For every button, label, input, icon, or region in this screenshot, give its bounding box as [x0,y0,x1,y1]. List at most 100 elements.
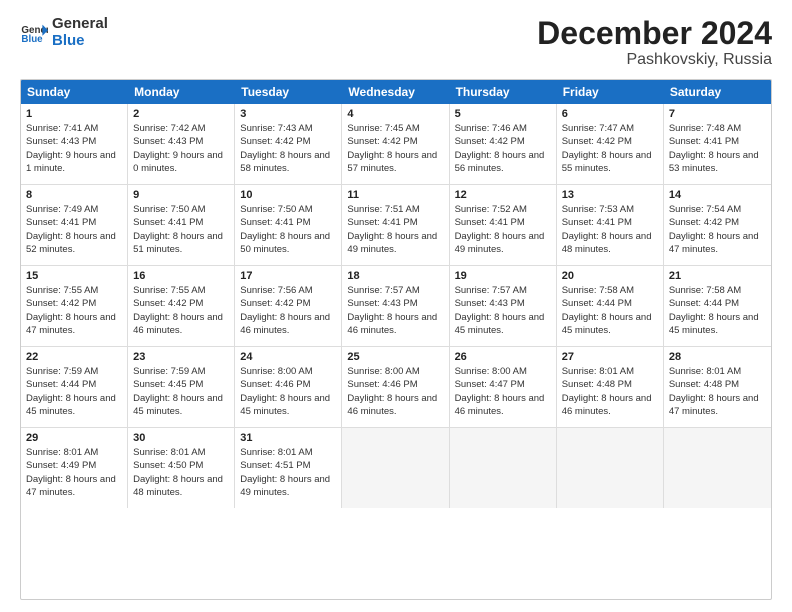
sunrise: Sunrise: 7:42 AM [133,122,229,135]
sunrise: Sunrise: 7:52 AM [455,203,551,216]
day-28: 28 Sunrise: 8:01 AM Sunset: 4:48 PM Dayl… [664,347,771,427]
sunset: Sunset: 4:41 PM [562,216,658,229]
sunset: Sunset: 4:49 PM [26,459,122,472]
header: General Blue General Blue December 2024 … [20,16,772,69]
day-num: 8 [26,189,122,201]
sunset: Sunset: 4:42 PM [133,297,229,310]
empty-cell-1 [342,428,449,508]
day-19: 19 Sunrise: 7:57 AM Sunset: 4:43 PM Dayl… [450,266,557,346]
sunset: Sunset: 4:42 PM [669,216,766,229]
sunrise: Sunrise: 8:01 AM [562,365,658,378]
day-num: 9 [133,189,229,201]
col-wednesday: Wednesday [342,80,449,104]
day-18: 18 Sunrise: 7:57 AM Sunset: 4:43 PM Dayl… [342,266,449,346]
sunset: Sunset: 4:43 PM [133,135,229,148]
daylight: Daylight: 8 hours and 46 minutes. [347,311,443,338]
sunset: Sunset: 4:41 PM [26,216,122,229]
sunrise: Sunrise: 7:57 AM [455,284,551,297]
day-num: 12 [455,189,551,201]
daylight: Daylight: 8 hours and 45 minutes. [455,311,551,338]
sunset: Sunset: 4:42 PM [240,297,336,310]
sunset: Sunset: 4:46 PM [347,378,443,391]
logo: General Blue General Blue [20,16,108,49]
day-num: 11 [347,189,443,201]
sunrise: Sunrise: 8:00 AM [455,365,551,378]
sunrise: Sunrise: 7:55 AM [133,284,229,297]
daylight: Daylight: 8 hours and 47 minutes. [26,473,122,500]
day-4: 4 Sunrise: 7:45 AM Sunset: 4:42 PM Dayli… [342,104,449,184]
title-block: December 2024 Pashkovskiy, Russia [537,16,772,69]
day-22: 22 Sunrise: 7:59 AM Sunset: 4:44 PM Dayl… [21,347,128,427]
week-row-4: 22 Sunrise: 7:59 AM Sunset: 4:44 PM Dayl… [21,347,771,428]
day-30: 30 Sunrise: 8:01 AM Sunset: 4:50 PM Dayl… [128,428,235,508]
daylight: Daylight: 8 hours and 46 minutes. [347,392,443,419]
day-num: 25 [347,351,443,363]
sunset: Sunset: 4:41 PM [455,216,551,229]
sunrise: Sunrise: 8:01 AM [133,446,229,459]
day-num: 18 [347,270,443,282]
day-num: 16 [133,270,229,282]
day-num: 23 [133,351,229,363]
sunset: Sunset: 4:48 PM [562,378,658,391]
week-row-3: 15 Sunrise: 7:55 AM Sunset: 4:42 PM Dayl… [21,266,771,347]
daylight: Daylight: 8 hours and 45 minutes. [133,392,229,419]
sunrise: Sunrise: 7:50 AM [133,203,229,216]
sunrise: Sunrise: 7:51 AM [347,203,443,216]
daylight: Daylight: 8 hours and 47 minutes. [26,311,122,338]
week-row-1: 1 Sunrise: 7:41 AM Sunset: 4:43 PM Dayli… [21,104,771,185]
daylight: Daylight: 8 hours and 46 minutes. [133,311,229,338]
daylight: Daylight: 8 hours and 50 minutes. [240,230,336,257]
day-16: 16 Sunrise: 7:55 AM Sunset: 4:42 PM Dayl… [128,266,235,346]
day-num: 29 [26,432,122,444]
day-21: 21 Sunrise: 7:58 AM Sunset: 4:44 PM Dayl… [664,266,771,346]
week-row-2: 8 Sunrise: 7:49 AM Sunset: 4:41 PM Dayli… [21,185,771,266]
day-num: 22 [26,351,122,363]
day-31: 31 Sunrise: 8:01 AM Sunset: 4:51 PM Dayl… [235,428,342,508]
day-num: 17 [240,270,336,282]
empty-cell-4 [664,428,771,508]
sunset: Sunset: 4:43 PM [455,297,551,310]
daylight: Daylight: 8 hours and 46 minutes. [455,392,551,419]
day-13: 13 Sunrise: 7:53 AM Sunset: 4:41 PM Dayl… [557,185,664,265]
daylight: Daylight: 8 hours and 56 minutes. [455,149,551,176]
sunset: Sunset: 4:42 PM [240,135,336,148]
day-num: 27 [562,351,658,363]
day-num: 10 [240,189,336,201]
sunset: Sunset: 4:46 PM [240,378,336,391]
sunset: Sunset: 4:43 PM [26,135,122,148]
day-num: 26 [455,351,551,363]
day-24: 24 Sunrise: 8:00 AM Sunset: 4:46 PM Dayl… [235,347,342,427]
daylight: Daylight: 8 hours and 53 minutes. [669,149,766,176]
col-friday: Friday [557,80,664,104]
day-num: 4 [347,108,443,120]
daylight: Daylight: 8 hours and 45 minutes. [240,392,336,419]
daylight: Daylight: 9 hours and 0 minutes. [133,149,229,176]
daylight: Daylight: 8 hours and 58 minutes. [240,149,336,176]
sunrise: Sunrise: 8:00 AM [347,365,443,378]
day-num: 1 [26,108,122,120]
sunset: Sunset: 4:42 PM [455,135,551,148]
sunset: Sunset: 4:44 PM [562,297,658,310]
day-5: 5 Sunrise: 7:46 AM Sunset: 4:42 PM Dayli… [450,104,557,184]
day-num: 5 [455,108,551,120]
day-14: 14 Sunrise: 7:54 AM Sunset: 4:42 PM Dayl… [664,185,771,265]
sunset: Sunset: 4:42 PM [26,297,122,310]
sunrise: Sunrise: 7:53 AM [562,203,658,216]
logo-icon: General Blue [20,19,48,47]
col-thursday: Thursday [450,80,557,104]
sunrise: Sunrise: 7:59 AM [133,365,229,378]
sunrise: Sunrise: 7:46 AM [455,122,551,135]
day-11: 11 Sunrise: 7:51 AM Sunset: 4:41 PM Dayl… [342,185,449,265]
day-num: 28 [669,351,766,363]
day-26: 26 Sunrise: 8:00 AM Sunset: 4:47 PM Dayl… [450,347,557,427]
daylight: Daylight: 8 hours and 49 minutes. [455,230,551,257]
daylight: Daylight: 8 hours and 45 minutes. [562,311,658,338]
sunset: Sunset: 4:44 PM [26,378,122,391]
sunset: Sunset: 4:44 PM [669,297,766,310]
day-3: 3 Sunrise: 7:43 AM Sunset: 4:42 PM Dayli… [235,104,342,184]
day-num: 3 [240,108,336,120]
day-6: 6 Sunrise: 7:47 AM Sunset: 4:42 PM Dayli… [557,104,664,184]
empty-cell-2 [450,428,557,508]
daylight: Daylight: 8 hours and 45 minutes. [26,392,122,419]
daylight: Daylight: 8 hours and 49 minutes. [240,473,336,500]
